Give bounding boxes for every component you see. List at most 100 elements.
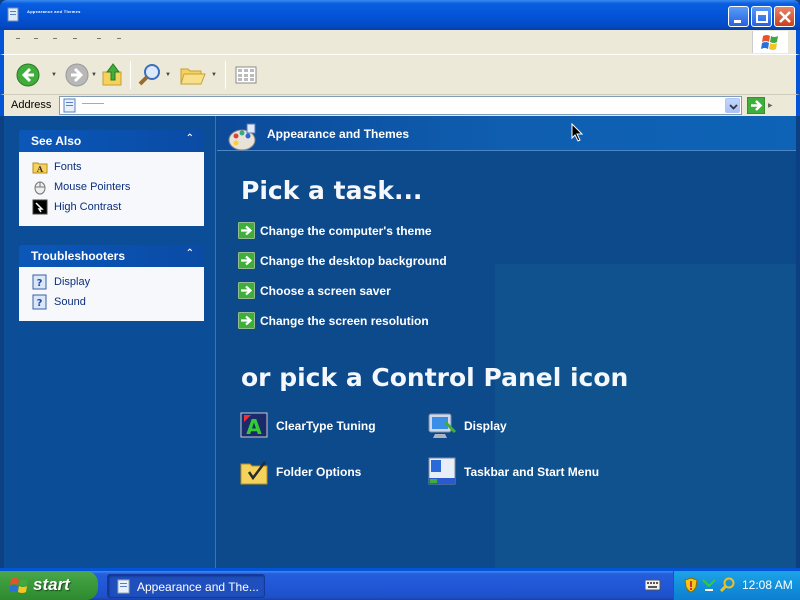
cp-icon-label: ClearType Tuning <box>276 419 376 433</box>
task-label: Change the computer's theme <box>260 224 432 238</box>
taskbar-icon <box>428 457 456 485</box>
menu-item[interactable] <box>16 38 20 39</box>
pick-icon-heading: or pick a Control Panel icon <box>241 363 629 392</box>
menu-item[interactable] <box>73 38 77 39</box>
search-dropdown[interactable]: ▼ <box>165 72 171 78</box>
back-arrow-icon[interactable] <box>15 62 41 88</box>
content-header: Appearance and Themes <box>217 116 796 151</box>
minimize-button[interactable] <box>728 6 749 27</box>
troubleshooter-label: Sound <box>54 296 86 308</box>
troubleshooters-header[interactable]: Troubleshooters ⌃ <box>19 245 204 267</box>
menu-item[interactable] <box>34 38 38 39</box>
see-also-header[interactable]: See Also ⌃ <box>19 130 204 152</box>
cleartype-icon: A <box>240 412 268 439</box>
collapse-icon[interactable]: ⌃ <box>186 248 194 259</box>
network-icon[interactable] <box>701 577 717 593</box>
task-label: Change the screen resolution <box>260 314 429 328</box>
display-icon <box>428 413 457 438</box>
task-label: Change the desktop background <box>260 254 447 268</box>
see-also-item-fonts[interactable]: A Fonts <box>19 158 204 178</box>
address-value <box>82 103 104 104</box>
mouse-icon <box>34 181 46 195</box>
help-icon: ? <box>32 274 47 290</box>
see-also-title: See Also <box>31 134 82 148</box>
mouse-cursor-icon <box>571 123 584 142</box>
cp-icon-label: Taskbar and Start Menu <box>464 465 600 479</box>
toolbar-separator <box>130 61 131 89</box>
see-also-item-high-contrast[interactable]: High Contrast <box>19 198 204 218</box>
keyboard-icon[interactable] <box>645 579 661 591</box>
go-arrow-icon[interactable] <box>747 97 765 114</box>
title-bar[interactable]: Appearance and Themes <box>0 0 800 30</box>
high-contrast-icon <box>32 199 48 215</box>
address-label: Address <box>11 99 52 111</box>
address-dropdown-button[interactable] <box>725 98 740 113</box>
category-title: Appearance and Themes <box>267 127 410 141</box>
address-bar: Address ▶ <box>0 94 800 116</box>
folders-dropdown[interactable]: ▼ <box>211 72 217 78</box>
taskbar: start Appearance and The... 12:08 AM <box>0 571 800 600</box>
control-panel-icon <box>7 7 19 22</box>
cp-icon-label: Folder Options <box>276 465 362 479</box>
forward-dropdown[interactable]: ▼ <box>91 72 97 78</box>
menu-item[interactable] <box>117 38 121 39</box>
svg-text:?: ? <box>37 298 43 309</box>
forward-arrow-icon[interactable] <box>64 62 90 88</box>
folders-icon[interactable] <box>179 62 207 88</box>
windows-flag-icon <box>761 35 778 50</box>
help-icon: ? <box>32 294 47 310</box>
troubleshooters-title: Troubleshooters <box>31 249 126 263</box>
control-panel-icon <box>117 579 130 594</box>
search-icon[interactable] <box>719 577 735 593</box>
search-icon[interactable] <box>137 62 163 88</box>
task-label: Choose a screen saver <box>260 284 391 298</box>
close-button[interactable] <box>774 6 795 27</box>
views-icon[interactable] <box>233 62 259 88</box>
clock[interactable]: 12:08 AM <box>742 578 793 592</box>
troubleshooter-label: Display <box>54 276 91 288</box>
background-watermark <box>495 264 796 568</box>
see-also-panel: See Also ⌃ A Fonts Mouse Pointers High C… <box>19 130 204 226</box>
close-icon <box>779 11 791 23</box>
start-button[interactable]: start <box>0 571 98 600</box>
main-area: See Also ⌃ A Fonts Mouse Pointers High C… <box>4 116 796 568</box>
pick-task-heading: Pick a task... <box>241 176 423 205</box>
security-shield-icon[interactable] <box>683 577 699 593</box>
svg-text:A: A <box>36 164 44 174</box>
menu-item[interactable] <box>53 38 57 39</box>
minimize-icon <box>734 20 741 23</box>
see-also-label: High Contrast <box>54 201 122 213</box>
back-dropdown[interactable]: ▼ <box>51 72 57 78</box>
maximize-button[interactable] <box>751 6 772 27</box>
troubleshooter-item-display[interactable]: ? Display <box>19 273 204 293</box>
up-folder-icon[interactable] <box>101 62 125 88</box>
see-also-item-mouse-pointers[interactable]: Mouse Pointers <box>19 178 204 198</box>
window-title: Appearance and Themes <box>27 9 81 14</box>
collapse-icon[interactable]: ⌃ <box>186 133 194 144</box>
taskbar-window-label: Appearance and The... <box>137 580 259 594</box>
control-panel-icon <box>63 98 76 113</box>
green-arrow-icon <box>238 222 255 239</box>
folder-options-icon <box>240 461 268 485</box>
start-label: start <box>33 575 70 594</box>
menu-bar <box>0 30 800 54</box>
windows-logo <box>752 31 788 53</box>
toolbar-separator <box>225 61 226 89</box>
chevron-down-icon <box>729 104 738 110</box>
see-also-label: Fonts <box>54 161 82 173</box>
see-also-label: Mouse Pointers <box>54 181 131 193</box>
troubleshooters-panel: Troubleshooters ⌃ ? Display ? Sound <box>19 245 204 321</box>
fonts-folder-icon: A <box>32 162 48 174</box>
menu-item[interactable] <box>97 38 101 39</box>
troubleshooter-item-sound[interactable]: ? Sound <box>19 293 204 313</box>
svg-text:A: A <box>246 415 262 439</box>
taskbar-window-button[interactable]: Appearance and The... <box>107 574 265 598</box>
address-input[interactable] <box>59 96 742 115</box>
svg-text:?: ? <box>37 278 43 289</box>
system-tray: 12:08 AM <box>673 571 800 600</box>
go-dropdown[interactable]: ▶ <box>768 102 773 109</box>
cp-icon-label: Display <box>464 419 507 433</box>
content-pane: Appearance and Themes Pick a task... Cha… <box>217 116 796 568</box>
appearance-themes-icon <box>228 123 256 151</box>
toolbar: ▼ ▼ ▼ ▼ <box>0 54 800 94</box>
